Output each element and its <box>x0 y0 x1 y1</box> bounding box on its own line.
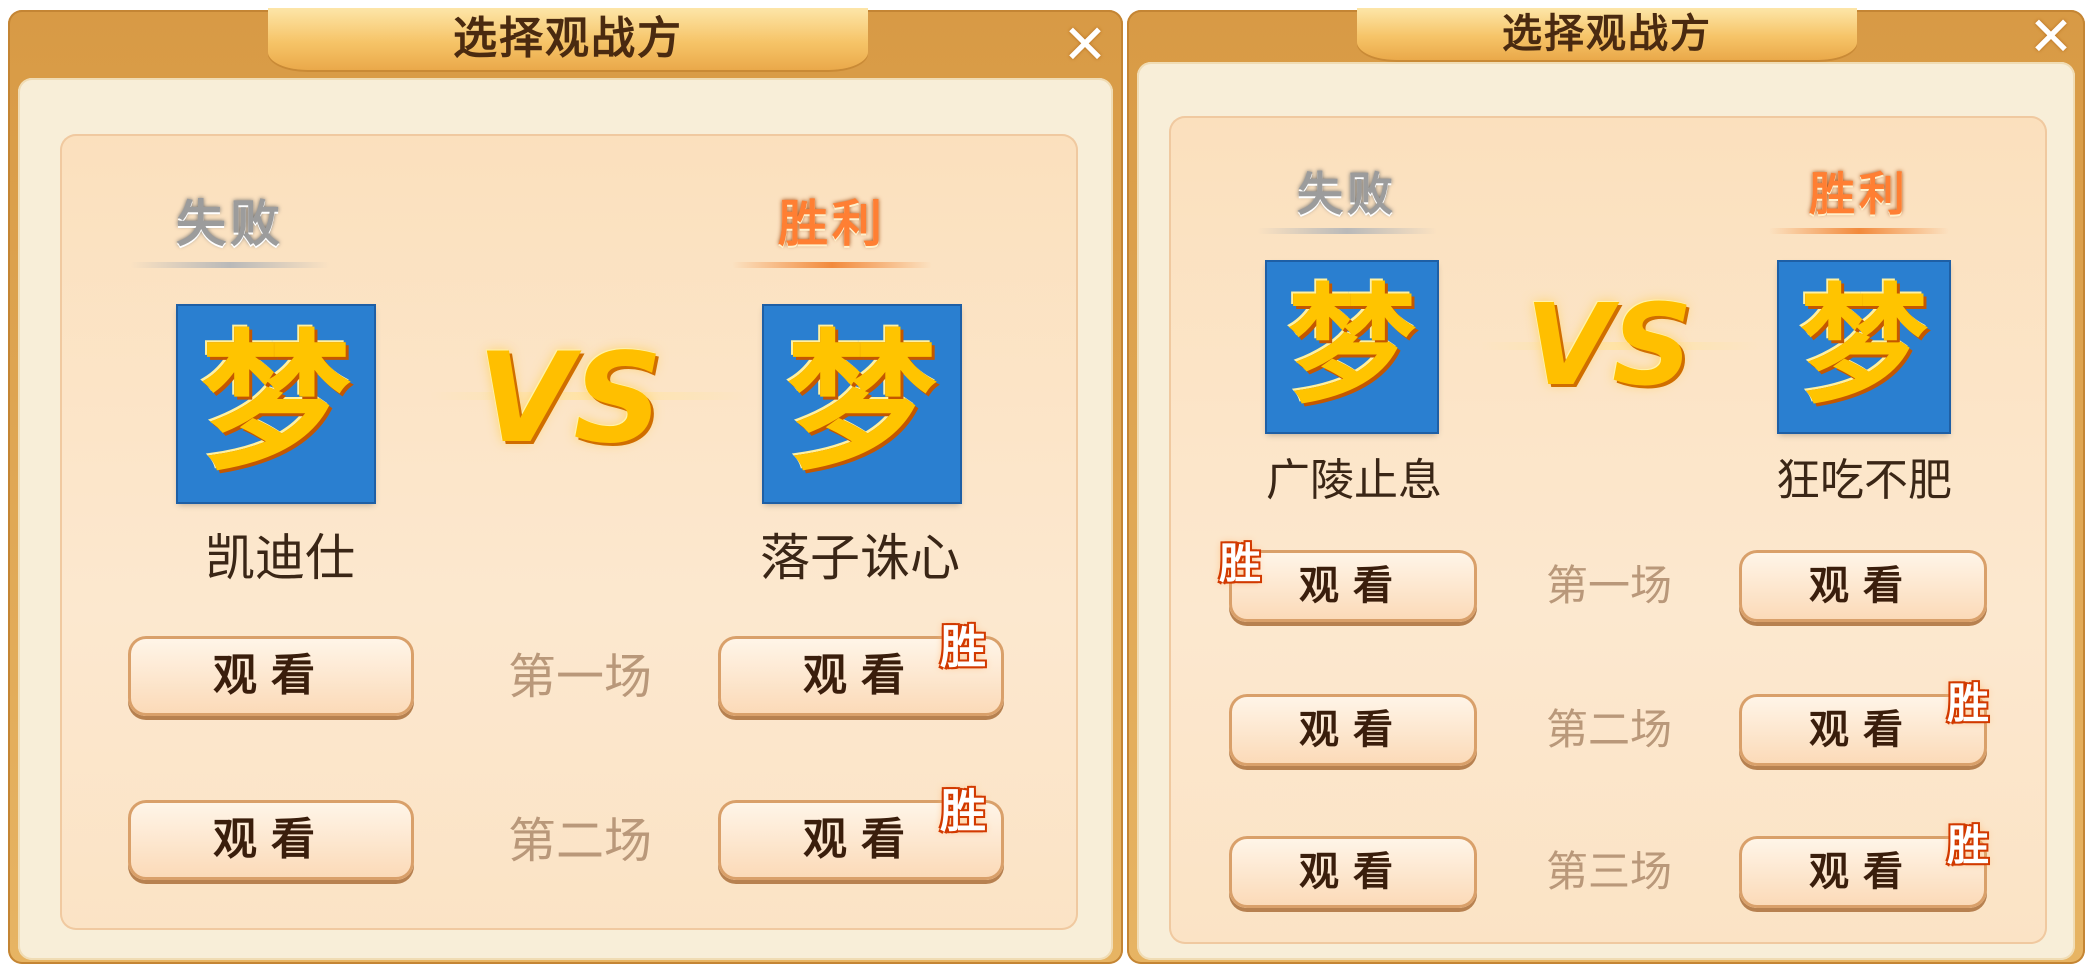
player-name-right: 狂吃不肥 <box>1776 455 1952 506</box>
player-avatar-left: 梦 <box>1267 262 1437 432</box>
round-label-2: 第二场 <box>1545 705 1672 754</box>
title-banner: 选择观战方 <box>268 8 868 70</box>
watch-button-round2-left[interactable]: 观看 <box>128 800 414 880</box>
win-tag-round1-left: 胜 <box>1219 539 1262 588</box>
dream-logo-icon: 梦 <box>1287 272 1416 421</box>
vs-label: VS <box>1525 281 1693 411</box>
watch-button-label: 观看 <box>1809 707 1917 753</box>
player-avatar-left: 梦 <box>178 306 374 502</box>
win-tag-round1-right: 胜 <box>940 620 986 674</box>
watch-button-label: 观看 <box>1809 849 1917 895</box>
round-label-1: 第一场 <box>507 649 652 705</box>
match-content: 失败 梦 凯迪仕 VS 胜利 梦 落子诛心 观看 第一场 观看 胜 观看 第二场… <box>60 134 1078 930</box>
dream-logo-icon: 梦 <box>200 317 351 491</box>
win-status-underline <box>1769 228 1949 234</box>
watch-button-label: 观看 <box>1809 563 1917 609</box>
watch-button-round3-left[interactable]: 观看 <box>1229 836 1477 908</box>
watch-button-round1-left[interactable]: 观看 <box>1229 550 1477 622</box>
round-label-3: 第三场 <box>1545 847 1672 896</box>
lose-status-underline <box>1257 228 1437 234</box>
watch-button-round2-left[interactable]: 观看 <box>1229 694 1477 766</box>
player-name-left: 凯迪仕 <box>205 529 355 587</box>
win-status-label: 胜利 <box>778 195 886 253</box>
player-avatar-right: 梦 <box>764 306 960 502</box>
round-label-1: 第一场 <box>1545 561 1672 610</box>
close-icon[interactable]: ✕ <box>2025 10 2077 64</box>
watch-button-label: 观看 <box>803 650 919 701</box>
player-name-right: 落子诛心 <box>760 529 960 587</box>
win-tag-round3-right: 胜 <box>1947 821 1990 870</box>
title-banner: 选择观战方 <box>1357 8 1857 60</box>
watch-button-label: 观看 <box>1299 849 1407 895</box>
close-icon[interactable]: ✕ <box>1059 18 1111 72</box>
vs-label: VS <box>477 327 663 471</box>
spectate-dialog-right: 选择观战方 ✕ 失败 梦 广陵止息 VS 胜利 梦 狂吃不肥 观看 胜 第一场 … <box>1127 0 2085 970</box>
win-status-underline <box>732 262 932 268</box>
watch-button-round1-left[interactable]: 观看 <box>128 636 414 716</box>
dialog-title: 选择观战方 <box>1502 11 1712 57</box>
watch-button-round1-right[interactable]: 观看 <box>1739 550 1987 622</box>
match-content: 失败 梦 广陵止息 VS 胜利 梦 狂吃不肥 观看 胜 第一场 观看 观看 第二… <box>1169 116 2047 944</box>
round-label-2: 第二场 <box>507 813 652 869</box>
spectate-dialog-left: 选择观战方 ✕ 失败 梦 凯迪仕 VS 胜利 梦 落子诛心 观看 第一场 观看 … <box>8 0 1123 970</box>
win-tag-round2-right: 胜 <box>1947 679 1990 728</box>
watch-button-label: 观看 <box>803 814 919 865</box>
player-name-left: 广陵止息 <box>1266 455 1442 506</box>
lose-status-underline <box>130 262 330 268</box>
dream-logo-icon: 梦 <box>1799 272 1928 421</box>
dialog-title: 选择观战方 <box>453 13 683 64</box>
watch-button-label: 观看 <box>1299 707 1407 753</box>
player-avatar-right: 梦 <box>1779 262 1949 432</box>
win-status-label: 胜利 <box>1809 167 1909 221</box>
watch-button-label: 观看 <box>213 650 329 701</box>
watch-button-label: 观看 <box>213 814 329 865</box>
win-tag-round2-right: 胜 <box>940 784 986 838</box>
lose-status-label: 失败 <box>1297 167 1397 221</box>
watch-button-label: 观看 <box>1299 563 1407 609</box>
dream-logo-icon: 梦 <box>786 317 937 491</box>
lose-status-label: 失败 <box>176 195 284 253</box>
